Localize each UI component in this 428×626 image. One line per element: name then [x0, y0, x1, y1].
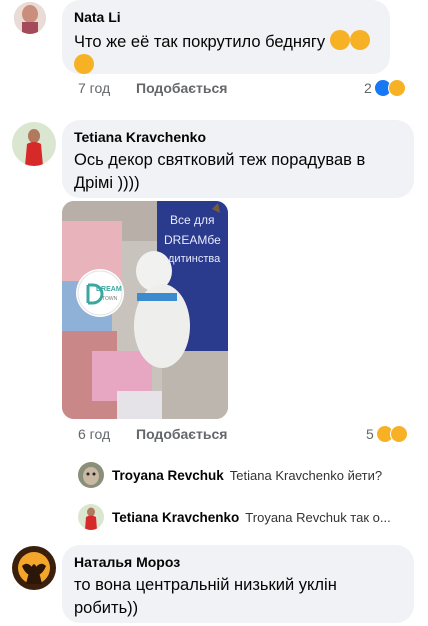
photo-banner-line: DREAMбе: [164, 233, 221, 247]
reply-text: Troyana Revchuk так о...: [245, 510, 391, 525]
reply-author[interactable]: Tetiana Kravchenko: [112, 510, 239, 525]
avatar-natalya-moroz[interactable]: [12, 546, 56, 590]
comment-bubble-3: Наталья Мороз то вона центральній низьки…: [62, 545, 414, 623]
reactions-1[interactable]: 2: [364, 79, 406, 97]
comment-author[interactable]: Tetiana Kravchenko: [74, 129, 402, 146]
comment-text-line: Ось декор святковий теж порадував в: [74, 151, 366, 169]
laughing-emoji-icon: [329, 30, 350, 50]
reactions-2[interactable]: 5: [366, 425, 408, 443]
photo-logo-text: DREAM: [96, 286, 122, 293]
wow-reaction-icon: [389, 425, 408, 443]
like-button[interactable]: Подобається: [136, 80, 227, 96]
comment-bubble-1: Nata Li Что же её так покрутило беднягу: [62, 0, 390, 74]
reaction-count: 2: [364, 80, 372, 96]
comment-text-line: Дрімі )))): [74, 174, 140, 192]
comment-author[interactable]: Nata Li: [74, 9, 378, 26]
photo-logo-sub: TOWN: [102, 296, 118, 302]
comment-time[interactable]: 7 год: [78, 80, 110, 96]
laughing-emoji-icon: [349, 30, 370, 50]
like-button[interactable]: Подобається: [136, 426, 227, 442]
comment-text-line: робить)): [74, 599, 139, 617]
avatar-photo: [78, 462, 104, 488]
avatar-tetiana-kravchenko-reply[interactable]: [78, 504, 104, 530]
comment-time[interactable]: 6 год: [78, 426, 110, 442]
avatar-photo: [12, 546, 56, 590]
comment-text-line: то вона центральній низький уклін: [74, 576, 337, 594]
laughing-emoji-icon: [74, 54, 94, 74]
photo-banner-line: Все для: [170, 213, 215, 227]
haha-reaction-icon: [387, 79, 406, 97]
avatar-photo: [12, 122, 56, 166]
reaction-count: 5: [366, 426, 374, 442]
comment-text: Что же её так покрутило беднягу: [74, 33, 326, 51]
reply-author[interactable]: Troyana Revchuk: [112, 468, 224, 483]
photo-banner-line: дитинства: [168, 253, 221, 265]
comment-photo[interactable]: Все для DREAMбе дитинства DREAM TOWN: [62, 201, 228, 419]
reply-1: Troyana Revchuk Tetiana Kravchenko йети?: [112, 468, 382, 483]
reply-text: Tetiana Kravchenko йети?: [229, 468, 383, 483]
avatar-photo: [78, 504, 104, 530]
comment-author[interactable]: Наталья Мороз: [74, 554, 402, 571]
comment-bubble-2: Tetiana Kravchenko Ось декор святковий т…: [62, 120, 414, 198]
avatar-photo: [14, 2, 46, 34]
avatar-nata-li[interactable]: [14, 2, 46, 34]
avatar-troyana-revchuk[interactable]: [78, 462, 104, 488]
avatar-tetiana-kravchenko[interactable]: [12, 122, 56, 166]
reply-2: Tetiana Kravchenko Troyana Revchuk так о…: [112, 510, 391, 525]
